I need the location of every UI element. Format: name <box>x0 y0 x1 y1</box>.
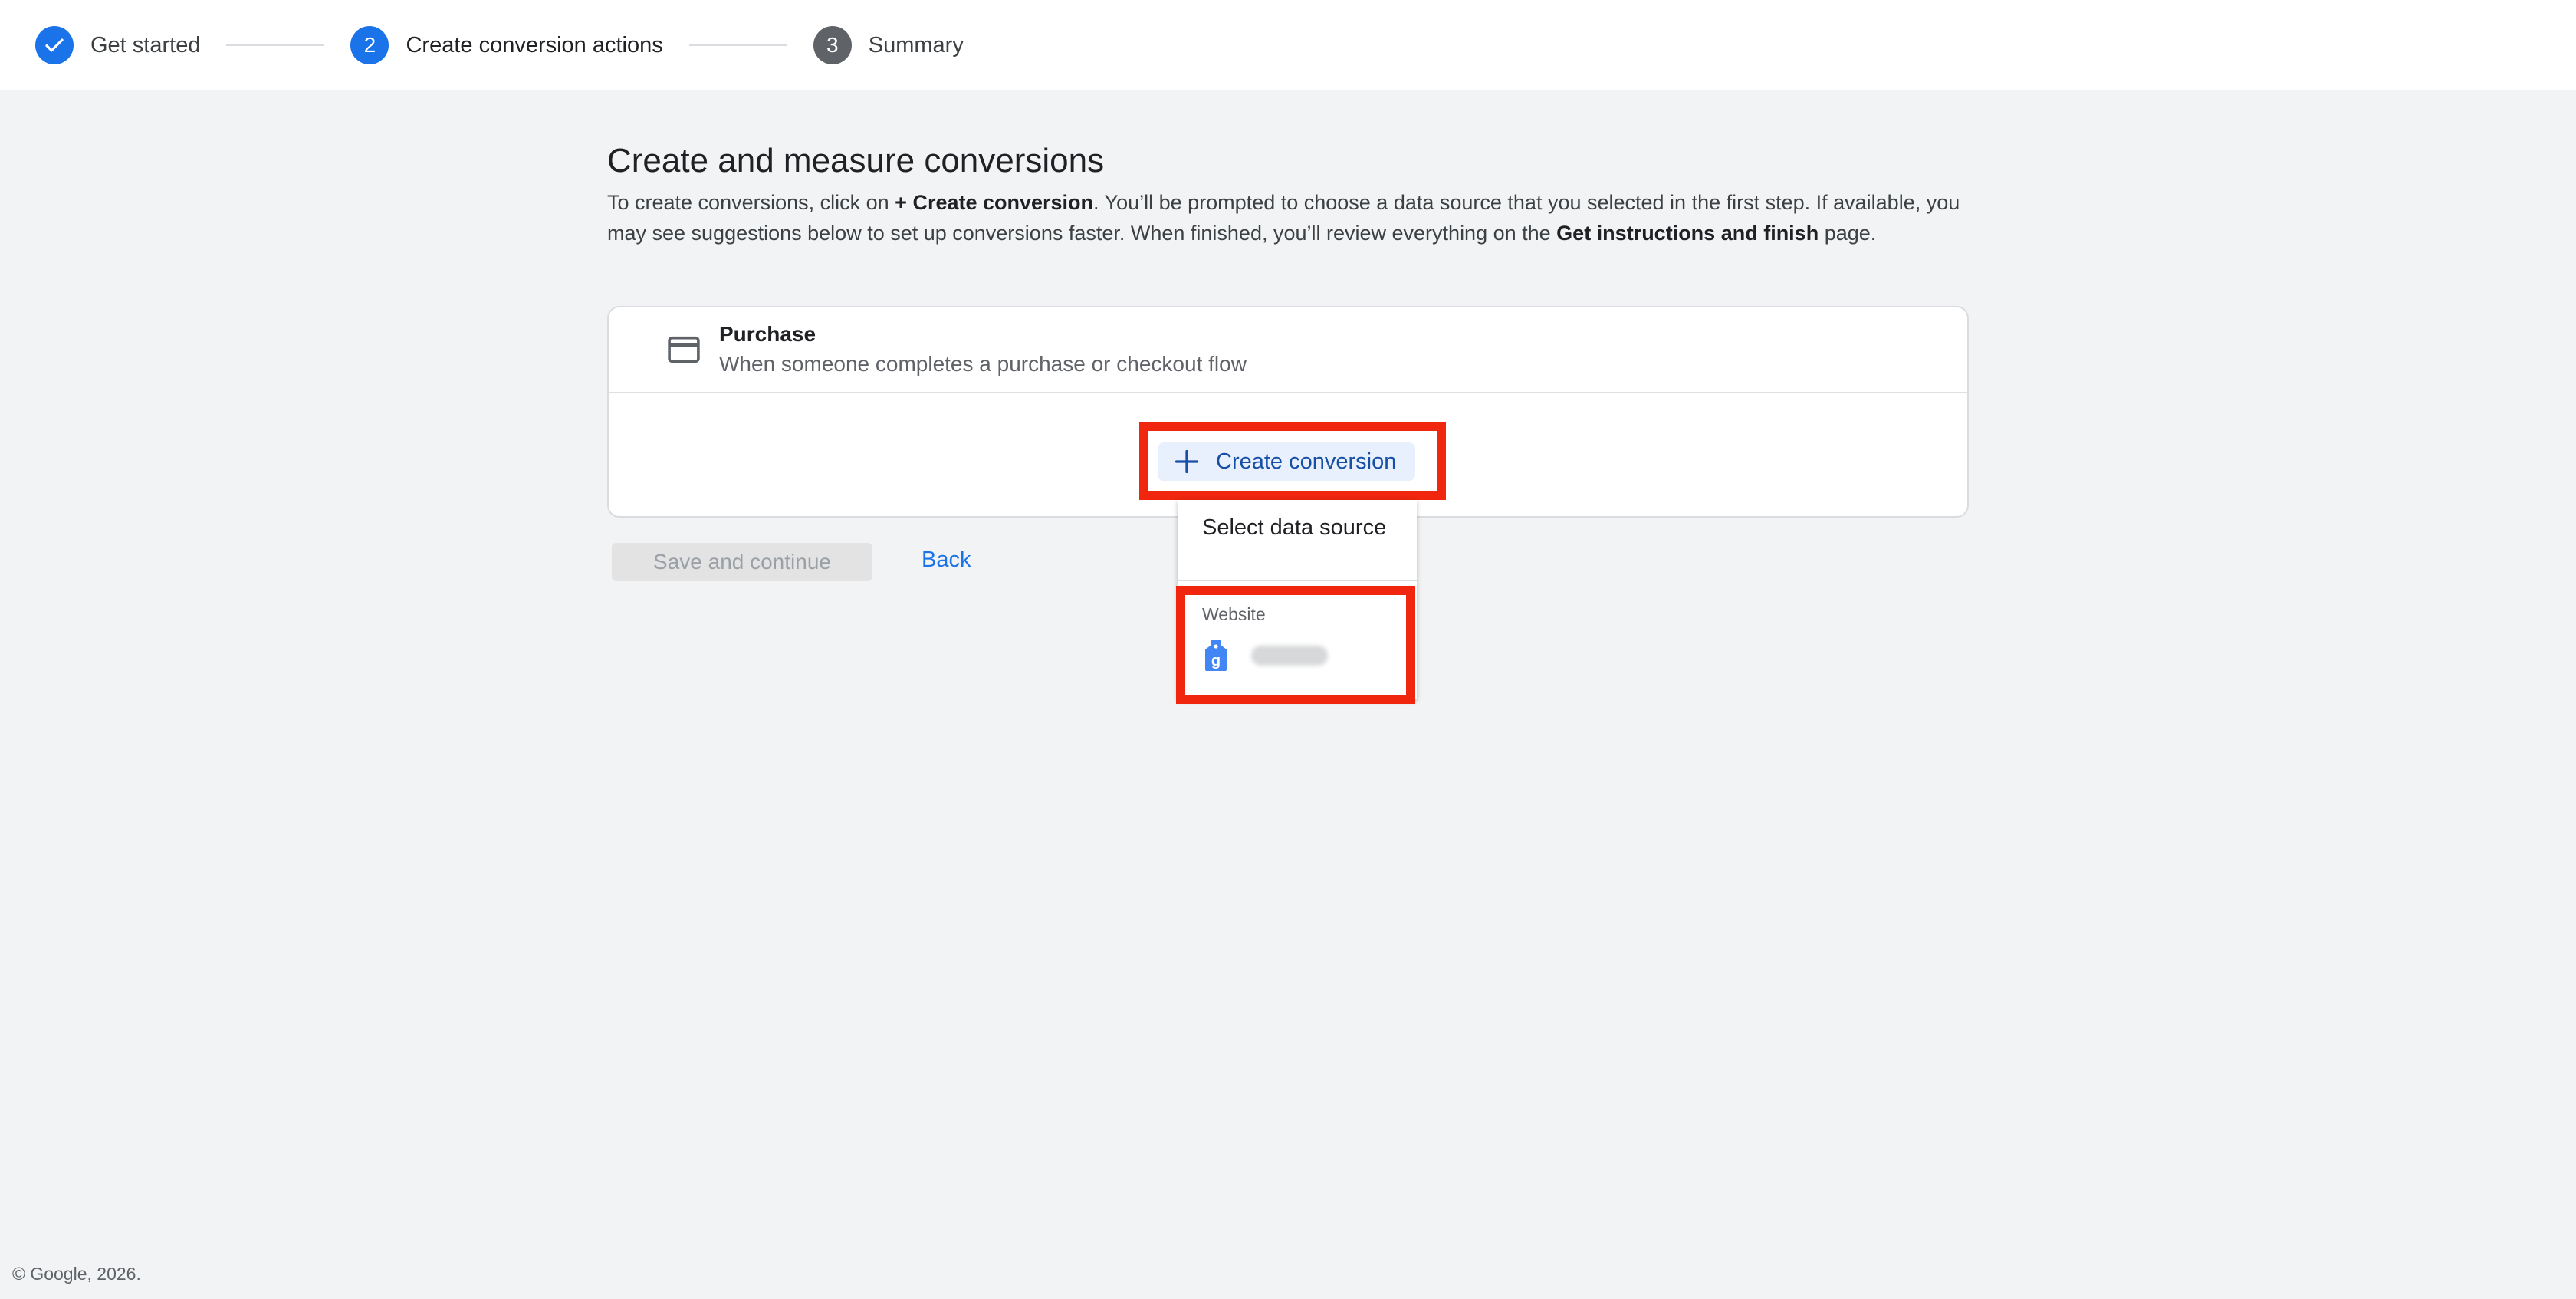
purchase-card: Purchase When someone completes a purcha… <box>607 306 1969 518</box>
blurred-website-name <box>1251 646 1328 666</box>
google-tag-icon: g <box>1205 640 1227 671</box>
card-title: Purchase <box>719 322 816 346</box>
footer-copyright: © Google, 2026. <box>12 1264 141 1284</box>
step-summary[interactable]: 3 Summary <box>813 26 964 64</box>
step-label: Create conversion actions <box>406 32 663 58</box>
back-button[interactable]: Back <box>922 548 971 573</box>
step-label: Summary <box>868 32 964 58</box>
card-header: Purchase When someone completes a purcha… <box>609 307 1967 393</box>
desc-text: page. <box>1819 222 1877 245</box>
step-number: 3 <box>813 26 852 64</box>
desc-text: To create conversions, click on <box>607 191 895 214</box>
stepper: Get started 2 Create conversion actions … <box>0 0 2576 90</box>
page-description: To create conversions, click on + Create… <box>607 187 1969 248</box>
save-and-continue-button[interactable]: Save and continue <box>612 543 872 581</box>
svg-text:g: g <box>1211 653 1221 669</box>
create-conversion-button[interactable]: Create conversion <box>1158 442 1415 481</box>
desc-bold: + Create conversion <box>895 191 1094 214</box>
desc-bold: Get instructions and finish <box>1556 222 1819 245</box>
website-source-item[interactable]: g <box>1178 625 1417 673</box>
step-connector <box>226 44 325 46</box>
main-content: Create and measure conversions To create… <box>607 138 1969 248</box>
dropdown-title: Select data source <box>1178 500 1417 581</box>
step-create-conversion-actions[interactable]: 2 Create conversion actions <box>350 26 663 64</box>
step-number: 2 <box>350 26 389 64</box>
step-get-started[interactable]: Get started <box>35 26 200 64</box>
dropdown-section-label: Website <box>1202 604 1266 624</box>
step-connector <box>688 44 787 46</box>
plus-icon <box>1175 449 1199 474</box>
check-icon <box>35 26 74 64</box>
card-subtitle: When someone completes a purchase or che… <box>719 352 1247 376</box>
data-source-dropdown: Select data source Website g <box>1178 500 1417 699</box>
step-label: Get started <box>90 32 201 58</box>
credit-card-icon <box>668 336 700 363</box>
page-title: Create and measure conversions <box>607 142 1105 179</box>
create-conversion-label: Create conversion <box>1216 449 1397 474</box>
